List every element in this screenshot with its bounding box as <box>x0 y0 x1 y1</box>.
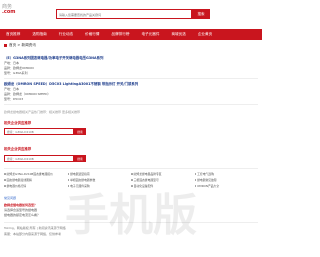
product2-title[interactable]: 欧姆龙（OMRON SPEED）D5C03 LightingA3001不锈钢 带… <box>4 81 138 86</box>
nav-item-mall[interactable]: 商城优选 <box>165 32 191 37</box>
search-button[interactable]: 搜索 <box>192 9 210 19</box>
home-icon <box>4 44 7 47</box>
related-note: 欧姆龙继电器相关产品热门推荐：相关推荐 更多相关推荐 <box>4 110 80 114</box>
search-input[interactable] <box>59 12 189 18</box>
main-nav: 首页推荐 选购指南 行业动态 价格行情 品牌排行榜 电子元器件 商城优选 企业黄… <box>0 29 262 40</box>
product2-origin: 产地：日本 <box>4 87 20 91</box>
product-title[interactable]: （E）G3NA系列固态继电器/功率电子开关继电器电压G3NA系列 <box>4 55 103 60</box>
nav-item-news[interactable]: 行业动态 <box>53 32 79 37</box>
divider <box>4 104 258 105</box>
nav-item-price[interactable]: 价格行情 <box>79 32 105 37</box>
divider <box>4 78 258 79</box>
supply-search-input-2[interactable] <box>7 157 73 161</box>
header: 商务 .com 搜索 <box>0 0 262 29</box>
nav-item-home[interactable]: 首页推荐 <box>0 32 26 37</box>
nav-item-guide[interactable]: 选购指南 <box>26 32 52 37</box>
breadcrumb: 首页 > 新闻资讯 <box>4 43 36 48</box>
site-logo-domain[interactable]: .com <box>2 9 16 15</box>
product2-brand: 品牌：欧姆龙（OMRON SPEED） <box>4 92 51 96</box>
supply-search-button[interactable]: 搜索 <box>74 128 86 135</box>
product-origin: 产地：日本 <box>4 61 20 65</box>
nav-item-brand[interactable]: 品牌排行榜 <box>106 32 136 37</box>
supply-section-title-2: 相关企业供应推荐 <box>4 147 32 151</box>
product-model: 型号：G3NA系列 <box>4 71 28 75</box>
product-brand: 品牌：欧姆龙OMRON <box>4 66 34 70</box>
watermark-text: 手机版 <box>65 190 197 241</box>
supply-search-button-2[interactable]: 搜索 <box>74 155 86 162</box>
breadcrumb-text[interactable]: 首页 > 新闻资讯 <box>9 43 36 48</box>
supply-section-title: 相关企业供应推荐 <box>4 121 32 125</box>
supply-search-box-2 <box>4 155 74 162</box>
supply-search-input[interactable] <box>7 130 73 134</box>
nav-item-components[interactable]: 电子元器件 <box>135 32 165 37</box>
product2-model: 型号：D5C03 <box>4 97 24 101</box>
nav-item-directory[interactable]: 企业黄页 <box>192 32 218 37</box>
mobile-version-watermark: 手机版 <box>65 190 197 241</box>
supply-search-box <box>4 128 74 135</box>
search-box <box>56 9 192 19</box>
